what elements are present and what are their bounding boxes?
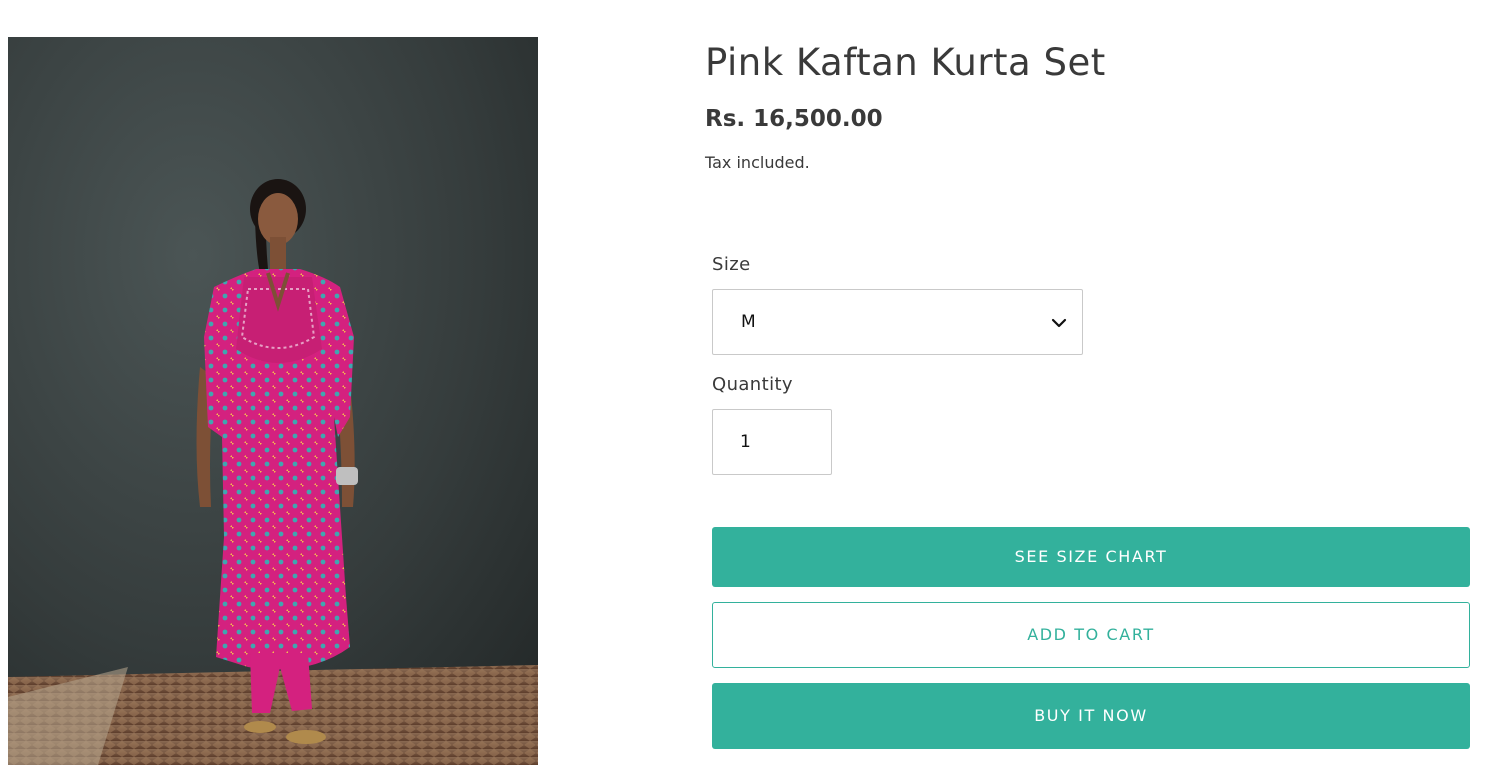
product-price: Rs. 16,500.00 [705, 106, 883, 132]
quantity-input[interactable] [712, 409, 832, 475]
size-label: Size [712, 254, 751, 275]
buy-it-now-button[interactable]: BUY IT NOW [712, 683, 1470, 749]
product-photo-illustration [8, 37, 538, 765]
quantity-label: Quantity [712, 374, 793, 395]
chevron-down-icon [1051, 318, 1067, 328]
product-image[interactable] [8, 37, 538, 765]
size-select[interactable]: M [712, 289, 1083, 355]
add-to-cart-button[interactable]: ADD TO CART [712, 602, 1470, 668]
product-title: Pink Kaftan Kurta Set [705, 41, 1106, 84]
see-size-chart-button[interactable]: SEE SIZE CHART [712, 527, 1470, 587]
product-page: Pink Kaftan Kurta Set Rs. 16,500.00 Tax … [0, 0, 1510, 765]
size-selected-value: M [741, 312, 756, 332]
tax-note: Tax included. [705, 153, 810, 172]
